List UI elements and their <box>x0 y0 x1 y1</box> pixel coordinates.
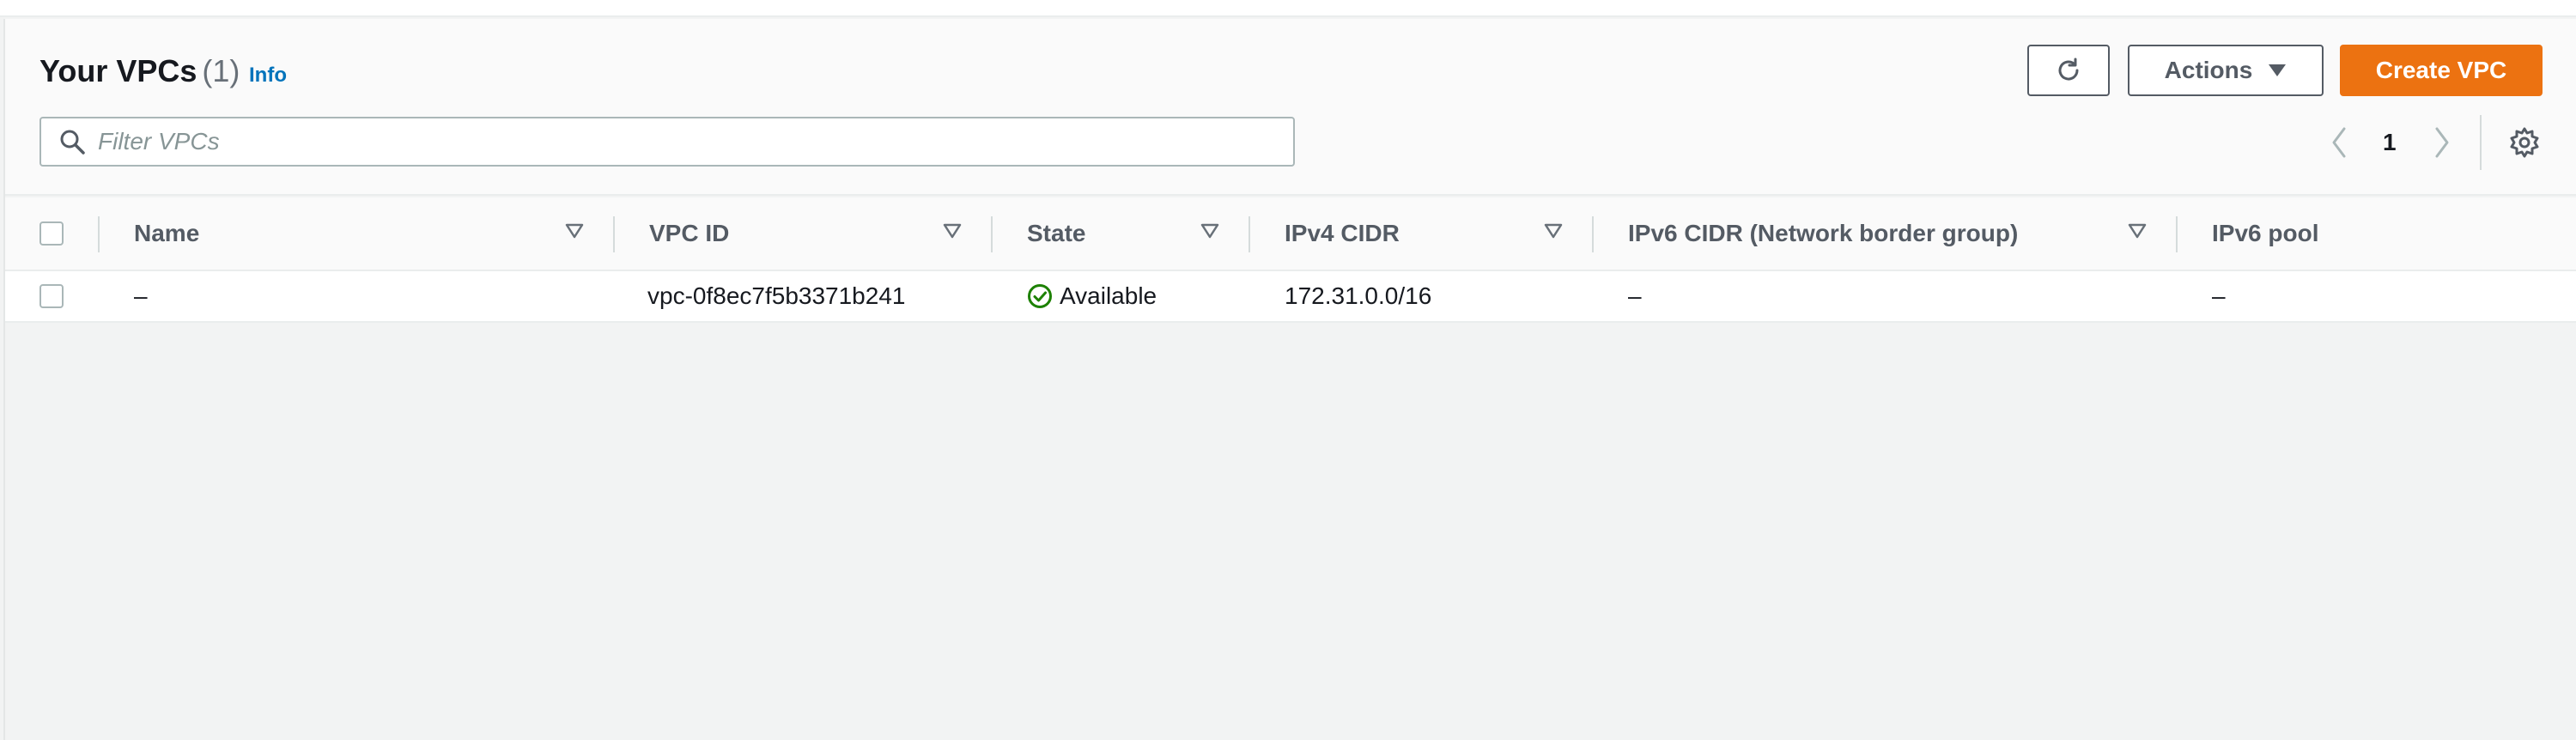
select-all-checkbox[interactable] <box>39 221 64 246</box>
top-border <box>0 0 2576 17</box>
actions-dropdown-button[interactable]: Actions <box>2128 45 2324 96</box>
column-divider <box>1592 216 1594 252</box>
sort-triangle-icon[interactable] <box>1544 223 1563 239</box>
column-divider <box>613 216 615 252</box>
refresh-button[interactable] <box>2027 45 2110 96</box>
page: Your VPCs (1) Info Actions Create VPC Fi… <box>0 0 2576 740</box>
chevron-right-icon[interactable] <box>2432 125 2452 160</box>
column-header-ipv4-cidr[interactable]: IPv4 CIDR <box>1285 197 1400 270</box>
cell-state: Available <box>1027 271 1157 321</box>
column-divider <box>1249 216 1250 252</box>
cell-name: – <box>134 282 148 309</box>
table-row[interactable]: – vpc-0f8ec7f5b3371b241 Available 172.31… <box>5 271 2576 323</box>
title-text: Your VPCs <box>39 53 197 88</box>
cell-ipv4-cidr: 172.31.0.0/16 <box>1285 282 1432 309</box>
column-header-ipv6-pool[interactable]: IPv6 pool <box>2212 197 2318 270</box>
table-header-area: Your VPCs (1) Info Actions Create VPC Fi… <box>5 19 2576 196</box>
pager-divider <box>2480 115 2482 170</box>
column-header-name[interactable]: Name <box>134 197 199 270</box>
gear-icon[interactable] <box>2507 125 2542 160</box>
search-icon <box>60 130 85 155</box>
sort-triangle-icon[interactable] <box>1200 223 1219 239</box>
column-divider <box>2176 216 2178 252</box>
vpc-table: Name VPC ID State IPv4 CIDR IPv6 CIDR (N… <box>5 197 2576 323</box>
table-header-row: Name VPC ID State IPv4 CIDR IPv6 CIDR (N… <box>5 197 2576 271</box>
row-checkbox[interactable] <box>39 284 64 308</box>
sort-triangle-icon[interactable] <box>2128 223 2147 239</box>
column-header-state[interactable]: State <box>1027 197 1085 270</box>
check-circle-icon <box>1028 284 1052 308</box>
vpc-table-container: Your VPCs (1) Info Actions Create VPC Fi… <box>3 19 2576 740</box>
sort-triangle-icon[interactable] <box>565 223 584 239</box>
create-vpc-button[interactable]: Create VPC <box>2340 45 2543 96</box>
sort-triangle-icon[interactable] <box>943 223 962 239</box>
cell-ipv6-cidr: – <box>1628 282 1642 309</box>
vpc-id-link[interactable]: vpc-0f8ec7f5b3371b241 <box>647 271 905 321</box>
column-header-vpc-id[interactable]: VPC ID <box>649 197 729 270</box>
chevron-left-icon[interactable] <box>2329 125 2349 160</box>
page-title: Your VPCs (1) <box>39 53 240 89</box>
actions-label: Actions <box>2164 57 2253 83</box>
column-divider <box>98 216 100 252</box>
column-divider <box>991 216 993 252</box>
cell-ipv6-pool: – <box>2212 282 2226 309</box>
filter-box[interactable] <box>39 117 1295 167</box>
row-select-cell <box>39 271 64 321</box>
filter-vpcs-input[interactable] <box>98 128 1283 155</box>
state-text: Available <box>1060 282 1157 309</box>
caret-down-icon <box>2269 64 2287 76</box>
page-number[interactable]: 1 <box>2383 129 2397 156</box>
refresh-icon <box>2058 58 2079 81</box>
column-header-ipv6-cidr[interactable]: IPv6 CIDR (Network border group) <box>1628 197 2018 270</box>
select-all-cell <box>39 197 64 270</box>
create-vpc-label: Create VPC <box>2375 57 2507 83</box>
vpc-count: (1) <box>202 53 240 88</box>
info-link[interactable]: Info <box>249 64 287 88</box>
